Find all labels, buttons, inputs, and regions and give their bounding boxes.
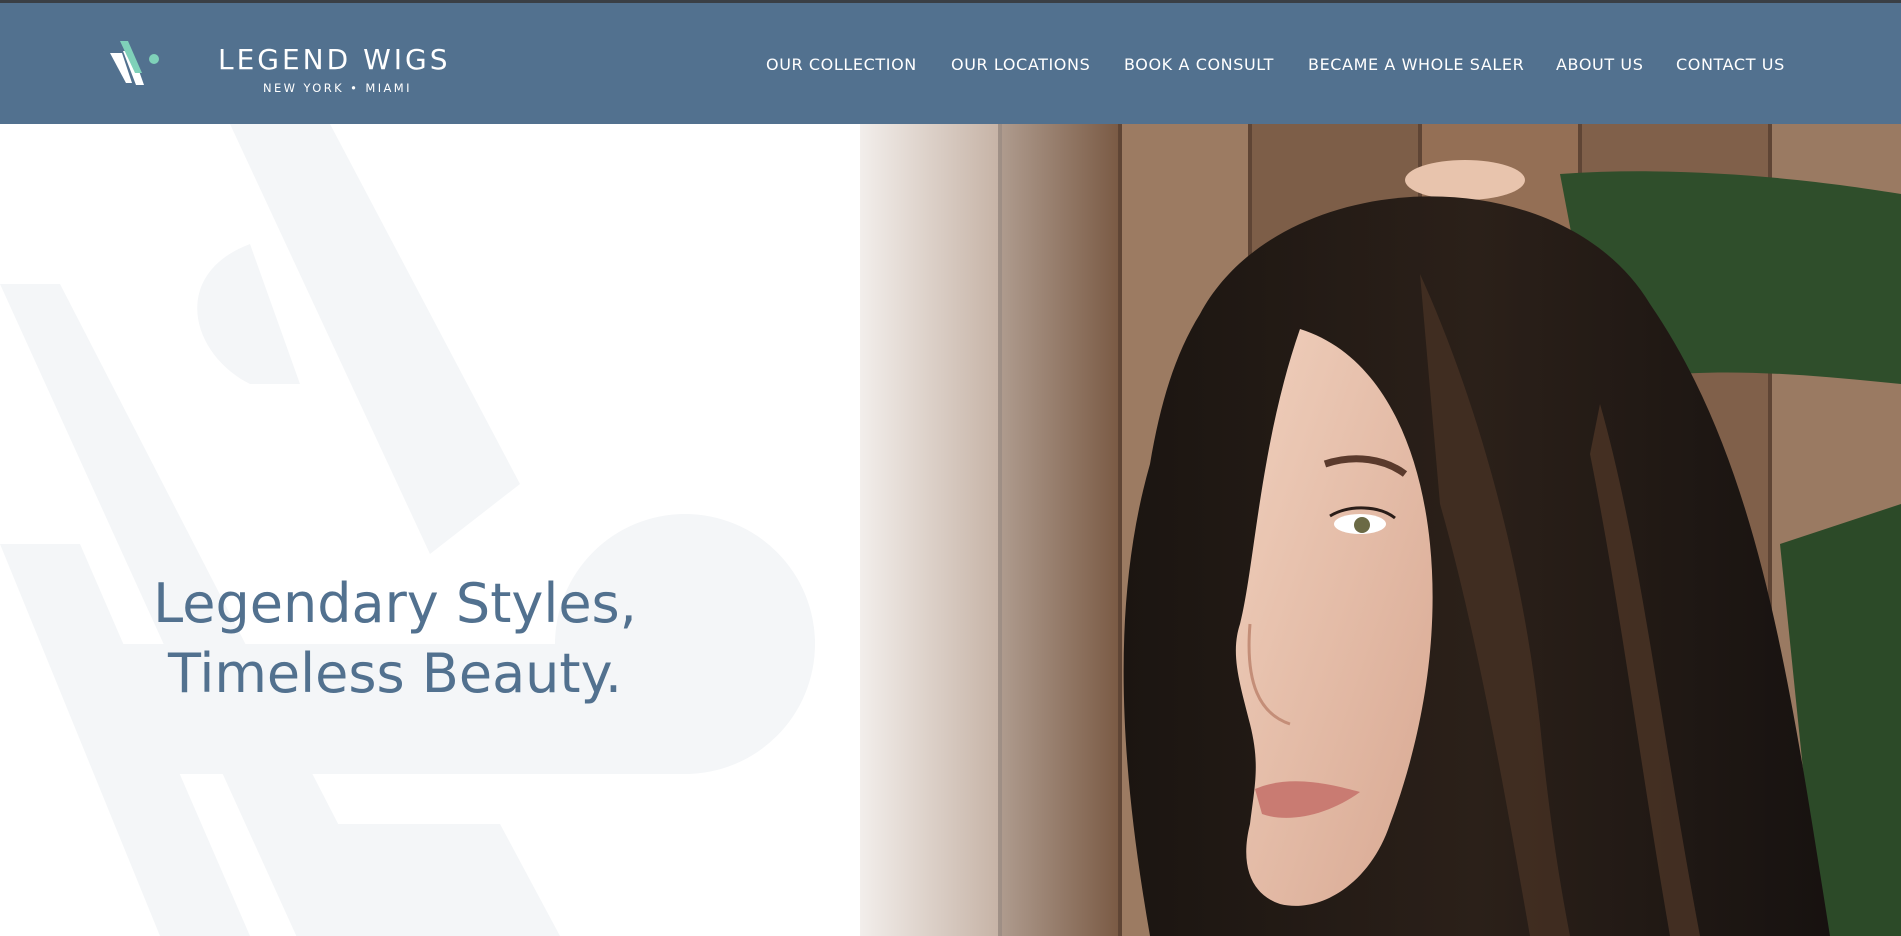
hero-background — [0, 124, 1901, 936]
nav-item-about-us[interactable]: ABOUT US — [1556, 55, 1643, 74]
main-navigation: OUR COLLECTION OUR LOCATIONS BOOK A CONS… — [0, 3, 1901, 124]
site-header: LEGEND WIGS NEW YORK • MIAMI OUR COLLECT… — [0, 3, 1901, 124]
watermark-logo-icon — [0, 124, 815, 936]
nav-item-became-a-whole-saler[interactable]: BECAME A WHOLE SALER — [1308, 55, 1524, 74]
hero-section: Legendary Styles, Timeless Beauty. — [0, 124, 1901, 936]
nav-item-book-a-consult[interactable]: BOOK A CONSULT — [1124, 55, 1274, 74]
hero-headline: Legendary Styles, Timeless Beauty. — [130, 569, 660, 709]
hero-headline-line-2: Timeless Beauty. — [168, 642, 622, 705]
nav-item-our-locations[interactable]: OUR LOCATIONS — [951, 55, 1090, 74]
nav-item-our-collection[interactable]: OUR COLLECTION — [766, 55, 917, 74]
hero-headline-line-1: Legendary Styles, — [153, 572, 637, 635]
nav-item-contact-us[interactable]: CONTACT US — [1676, 55, 1785, 74]
